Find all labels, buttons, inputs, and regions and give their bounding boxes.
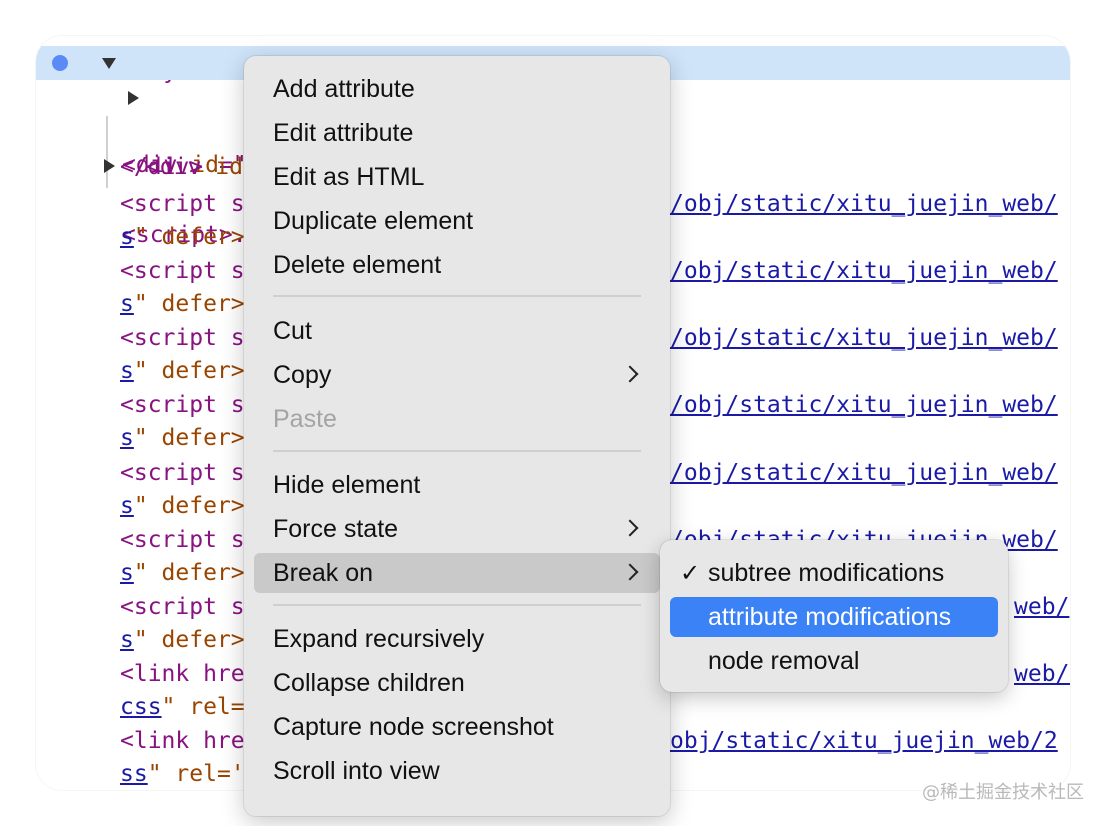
menu-item-force-state[interactable]: Force state xyxy=(254,509,660,549)
script-open: <script s xyxy=(120,594,245,620)
expand-arrow-icon[interactable] xyxy=(102,58,116,69)
menu-item-capture-node-screenshot[interactable]: Capture node screenshot xyxy=(254,707,660,747)
screenshot-frame: <body> <div id=" <div id </div> <scr xyxy=(0,0,1106,826)
chevron-right-icon xyxy=(621,365,639,383)
link-open: <link hre xyxy=(120,728,245,754)
collapse-arrow-icon[interactable] xyxy=(128,91,139,105)
menu-item-delete-element[interactable]: Delete element xyxy=(254,245,660,285)
break-on-submenu: ✓ subtree modifications attribute modifi… xyxy=(660,540,1008,692)
menu-item-scroll-into-view[interactable]: Scroll into view xyxy=(254,751,660,791)
submenu-item-node-removal[interactable]: node removal xyxy=(670,641,998,681)
src-link[interactable]: s xyxy=(120,425,134,451)
script-open: <script s xyxy=(120,527,245,553)
chevron-right-icon xyxy=(621,519,639,537)
menu-item-edit-as-html[interactable]: Edit as HTML xyxy=(254,157,660,197)
script-open: <script s xyxy=(120,392,245,418)
menu-separator xyxy=(273,604,641,606)
script-open: <script s xyxy=(120,325,245,351)
script-open: <script s xyxy=(120,460,245,486)
link-href-url[interactable]: web/5 xyxy=(1014,657,1070,691)
submenu-item-attribute-modifications[interactable]: attribute modifications xyxy=(670,597,998,637)
watermark: @稀土掘金技术社区 xyxy=(922,782,1084,803)
menu-separator xyxy=(273,450,641,452)
script-src-url[interactable]: /obj/static/xitu_juejin_web/ xyxy=(670,254,1058,288)
script-open: <script s xyxy=(120,191,245,217)
menu-item-hide-element[interactable]: Hide element xyxy=(254,465,660,505)
menu-item-cut[interactable]: Cut xyxy=(254,311,660,351)
src-link[interactable]: s xyxy=(120,560,134,586)
rel-attr: " rel= xyxy=(161,694,245,720)
submenu-item-subtree-modifications[interactable]: ✓ subtree modifications xyxy=(670,553,998,593)
submenu-item-label: attribute modifications xyxy=(708,603,952,631)
defer-attr: " defer> xyxy=(133,291,245,317)
menu-item-expand-recursively[interactable]: Expand recursively xyxy=(254,619,660,659)
menu-item-add-attribute[interactable]: Add attribute xyxy=(254,69,660,109)
defer-attr: " defer> xyxy=(133,224,245,250)
link-open: <link hre xyxy=(120,661,245,687)
script-src-url[interactable]: web/ xyxy=(1014,590,1069,624)
context-menu: Add attribute Edit attribute Edit as HTM… xyxy=(244,56,670,816)
script-open: <script s xyxy=(120,258,245,284)
menu-item-copy-label: Copy xyxy=(273,361,332,389)
menu-item-duplicate-element[interactable]: Duplicate element xyxy=(254,201,660,241)
menu-item-collapse-children[interactable]: Collapse children xyxy=(254,663,660,703)
rel-attr: " rel=' xyxy=(147,761,245,787)
script-src-url[interactable]: /obj/static/xitu_juejin_web/ xyxy=(670,187,1058,221)
defer-attr: " defer> xyxy=(133,425,245,451)
menu-item-force-state-label: Force state xyxy=(273,515,399,543)
href-link[interactable]: css xyxy=(120,694,162,720)
defer-attr: " defer> xyxy=(133,358,245,384)
menu-item-paste: Paste xyxy=(273,405,337,433)
href-link[interactable]: ss xyxy=(120,761,148,787)
defer-attr: " defer> xyxy=(133,560,245,586)
menu-item-break-on[interactable]: Break on xyxy=(254,553,660,593)
script-src-url[interactable]: /obj/static/xitu_juejin_web/ xyxy=(670,388,1058,422)
submenu-item-label: node removal xyxy=(708,647,860,675)
submenu-item-label: subtree modifications xyxy=(708,559,945,587)
defer-attr: " defer> xyxy=(133,627,245,653)
src-link[interactable]: s xyxy=(120,224,134,250)
chevron-right-icon xyxy=(621,563,639,581)
src-link[interactable]: s xyxy=(120,291,134,317)
menu-item-copy[interactable]: Copy xyxy=(254,355,660,395)
script-src-url[interactable]: /obj/static/xitu_juejin_web/ xyxy=(670,321,1058,355)
breakpoint-dot-icon[interactable] xyxy=(52,55,68,71)
src-link[interactable]: s xyxy=(120,493,134,519)
collapse-arrow-icon[interactable] xyxy=(104,159,115,173)
menu-item-break-on-label: Break on xyxy=(273,559,374,587)
script-src-url[interactable]: /obj/static/xitu_juejin_web/ xyxy=(670,456,1058,490)
defer-attr: " defer> xyxy=(133,493,245,519)
src-link[interactable]: s xyxy=(120,627,134,653)
src-link[interactable]: s xyxy=(120,358,134,384)
checkmark-icon: ✓ xyxy=(680,559,701,587)
menu-separator xyxy=(273,295,641,297)
link-href-url[interactable]: obj/static/xitu_juejin_web/2 xyxy=(670,724,1058,758)
menu-item-edit-attribute[interactable]: Edit attribute xyxy=(254,113,660,153)
